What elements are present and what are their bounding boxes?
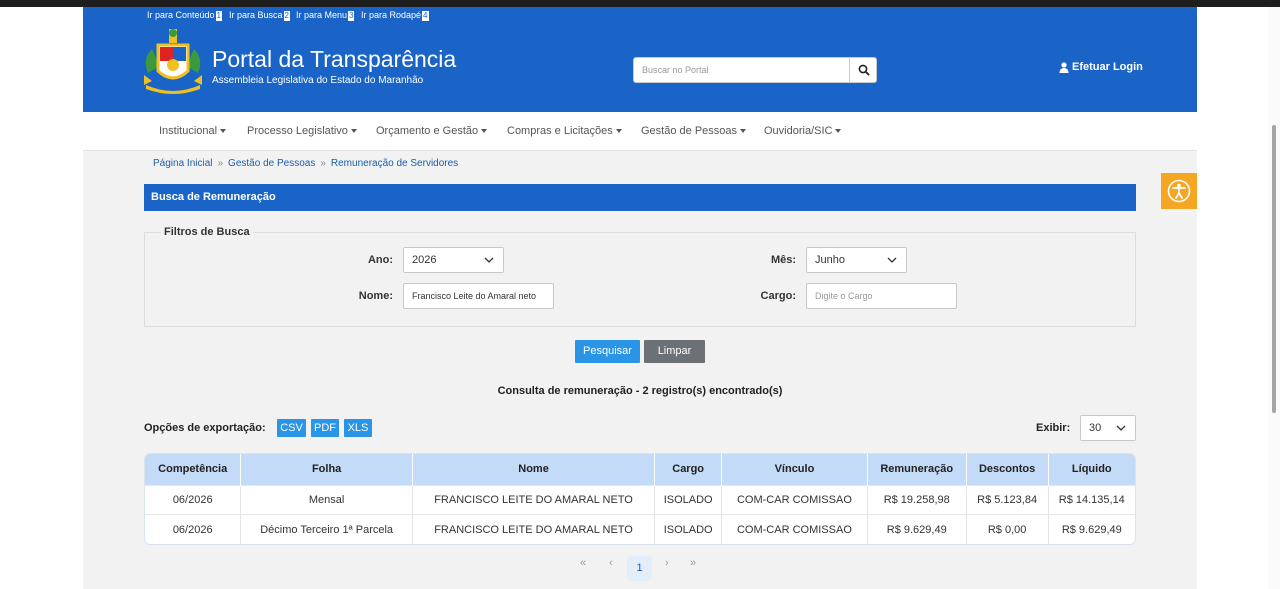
table-cell: R$ 19.258,98 — [867, 484, 967, 515]
site-header: Ir para Conteúdo 1 Ir para Busca 2 Ir para… — [83, 7, 1197, 112]
clear-button[interactable]: Limpar — [644, 340, 705, 363]
login-label: Efetuar Login — [1072, 61, 1143, 73]
page-size-value: 30 — [1089, 422, 1102, 434]
table-cell: FRANCISCO LEITE DO AMARAL NETO — [412, 484, 656, 515]
table-cell: COM-CAR COMISSAO — [721, 484, 868, 515]
table-cell: R$ 0,00 — [966, 514, 1049, 544]
search-filters-fieldset — [144, 232, 1136, 327]
column-header[interactable]: Remuneração — [867, 454, 967, 485]
table-cell: R$ 14.135,14 — [1048, 484, 1135, 515]
breadcrumb-remuneracao[interactable]: Remuneração de Servidores — [331, 158, 458, 169]
breadcrumb: Página Inicial » Gestão de Pessoas » Remuner… — [153, 158, 458, 169]
breadcrumb-separator: » — [217, 158, 224, 169]
nav-item-orcamento-gestao[interactable]: Orçamento e Gestão — [376, 125, 487, 137]
table-cell: R$ 9.629,49 — [1048, 514, 1135, 544]
pagination-current[interactable]: 1 — [627, 556, 652, 581]
scrollbar-thumb[interactable] — [1272, 125, 1276, 413]
column-header[interactable]: Líquido — [1048, 454, 1135, 485]
cargo-label: Cargo: — [760, 290, 796, 302]
search-button[interactable] — [849, 58, 877, 82]
chevron-down-icon — [484, 257, 494, 263]
column-header[interactable]: Nome — [412, 454, 656, 485]
table-header-row: Competência Folha Nome Cargo Vínculo Rem… — [145, 454, 1135, 485]
export-pdf-button[interactable]: PDF — [311, 419, 339, 437]
export-options-label: Opções de exportação: — [144, 422, 266, 434]
chevron-down-icon — [1116, 425, 1126, 431]
breadcrumb-separator: » — [320, 158, 326, 169]
column-header[interactable]: Folha — [240, 454, 413, 485]
ano-value: 2026 — [412, 254, 437, 266]
nav-item-gestao-pessoas[interactable]: Gestão de Pessoas — [641, 125, 746, 137]
table-cell: ISOLADO — [654, 514, 723, 544]
nav-item-processo-legislativo[interactable]: Processo Legislativo — [247, 125, 357, 137]
site-title: Portal da Transparência — [212, 46, 457, 72]
column-header[interactable]: Competência — [145, 454, 242, 485]
skip-link-search[interactable]: Ir para Busca 2 — [229, 10, 290, 21]
table-cell: FRANCISCO LEITE DO AMARAL NETO — [412, 514, 656, 544]
table-cell: Mensal — [240, 484, 413, 515]
skip-link-menu[interactable]: Ir para Menu 3 — [296, 10, 355, 21]
nome-input[interactable] — [403, 283, 554, 309]
cargo-input[interactable] — [806, 283, 957, 309]
search-icon — [858, 64, 870, 76]
page-container: Ir para Conteúdo 1 Ir para Busca 2 Ir para… — [83, 7, 1197, 589]
column-header[interactable]: Cargo — [654, 454, 723, 485]
user-icon — [1059, 61, 1069, 73]
nav-item-ouvidoria[interactable]: Ouvidoria/SIC — [764, 125, 841, 137]
filters-legend: Filtros de Busca — [161, 226, 253, 238]
nav-item-compras-licitacoes[interactable]: Compras e Licitações — [507, 125, 622, 137]
skip-link-footer[interactable]: Ir para Rodapé 4 — [361, 10, 429, 21]
result-count: Consulta de remuneração - 2 registro(s) … — [497, 385, 783, 397]
ano-label: Ano: — [367, 254, 393, 266]
table-cell: ISOLADO — [654, 484, 723, 515]
column-header[interactable]: Descontos — [966, 454, 1049, 485]
table-row[interactable]: 06/2026 Décimo Terceiro 1ª Parcela FRANC… — [145, 514, 1135, 544]
pagination-next[interactable]: › — [665, 557, 669, 569]
window-top-bar — [0, 0, 1280, 7]
main-nav: Institucional Processo Legislativo Orçam… — [83, 112, 1197, 151]
export-csv-button[interactable]: CSV — [277, 419, 306, 437]
table-cell: 06/2026 — [145, 514, 242, 544]
table-cell: 06/2026 — [145, 484, 242, 515]
breadcrumb-gestao-pessoas[interactable]: Gestão de Pessoas — [228, 158, 315, 169]
table-cell: COM-CAR COMISSAO — [721, 514, 868, 544]
accessibility-icon — [1167, 179, 1191, 203]
chevron-down-icon — [887, 257, 897, 263]
pagination-prev[interactable]: ‹ — [609, 557, 613, 569]
pagination-first[interactable]: « — [580, 557, 586, 569]
ano-select[interactable]: 2026 — [403, 247, 504, 273]
portal-search-input[interactable] — [634, 58, 849, 82]
breadcrumb-home[interactable]: Página Inicial — [153, 158, 212, 169]
table-cell: R$ 5.123,84 — [966, 484, 1049, 515]
mes-label: Mês: — [770, 254, 796, 266]
site-subtitle: Assembleia Legislativa do Estado do Mara… — [212, 75, 424, 86]
nav-item-institucional[interactable]: Institucional — [159, 125, 226, 137]
portal-search — [633, 57, 877, 83]
show-label: Exibir: — [1036, 422, 1071, 434]
column-header[interactable]: Vínculo — [721, 454, 868, 485]
mes-value: Junho — [815, 254, 845, 266]
nome-label: Nome: — [358, 290, 393, 302]
search-submit-button[interactable]: Pesquisar — [575, 340, 640, 363]
table-row[interactable]: 06/2026 Mensal FRANCISCO LEITE DO AMARAL… — [145, 484, 1135, 515]
table-cell: Décimo Terceiro 1ª Parcela — [240, 514, 413, 544]
coat-of-arms-icon[interactable] — [138, 27, 208, 95]
mes-select[interactable]: Junho — [806, 247, 907, 273]
login-link[interactable]: Efetuar Login — [1059, 61, 1143, 73]
pagination-last[interactable]: » — [690, 557, 696, 569]
results-table: Competência Folha Nome Cargo Vínculo Rem… — [144, 453, 1136, 545]
table-cell: R$ 9.629,49 — [867, 514, 967, 544]
accessibility-button[interactable] — [1161, 173, 1197, 209]
skip-link-content[interactable]: Ir para Conteúdo 1 — [147, 10, 222, 21]
page-size-select[interactable]: 30 — [1080, 415, 1136, 441]
panel-title: Busca de Remuneração — [144, 184, 1136, 211]
export-xls-button[interactable]: XLS — [344, 419, 372, 437]
